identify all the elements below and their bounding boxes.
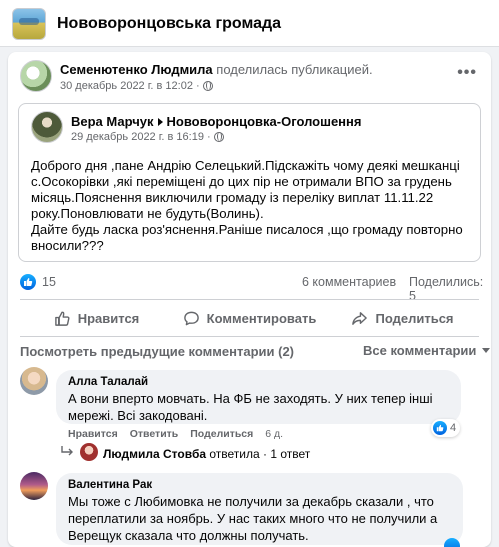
comment-reply-link[interactable]: Ответить (130, 428, 179, 440)
comment-icon (183, 311, 199, 325)
comment-actions: Нравится Ответить Поделиться 6 д. (68, 428, 283, 440)
like-label: Нравится (77, 310, 140, 326)
shared-post[interactable]: Вера Марчук Нововоронцовка-Оголошення 29… (18, 103, 481, 262)
comment-time[interactable]: 6 д. (265, 428, 283, 440)
post-text: Доброго дня ,пане Андрію Селецький.Підск… (31, 158, 471, 254)
comment-bubble: Алла Талалай А вони вперто мовчать. На Ф… (56, 370, 461, 424)
arrow-right-icon (157, 117, 163, 126)
like-reaction-icon (433, 421, 447, 435)
post-text-line: місяць.Пояснення виключили громаду із пе… (31, 190, 434, 205)
original-meta: 29 декабрь 2022 г. в 16:19 · (71, 131, 224, 143)
comment-bubble: Валентина Рак Мы тоже с Любимовка не пол… (56, 473, 463, 545)
post-actions: Нравится Комментировать Поделиться (20, 303, 479, 333)
more-options-icon[interactable]: ••• (457, 65, 477, 81)
comment-text-line: Верещук сказала что должны получать. (68, 528, 309, 543)
comment-text: А вони вперто мовчать. На ФБ не заходять… (68, 390, 449, 424)
divider (20, 336, 479, 337)
comment-text-line: Мы тоже с Любимовка не получили за декаб… (68, 494, 434, 509)
globe-icon (202, 81, 213, 91)
original-time[interactable]: 29 декабрь 2022 г. в 16:19 · (71, 131, 211, 143)
divider (20, 299, 479, 300)
comment-button[interactable]: Комментировать (173, 303, 326, 333)
reply-author-name: Людмила Стовба (103, 447, 207, 461)
post-text-line: вносили??? (31, 238, 104, 253)
comment-share-link[interactable]: Поделиться (190, 428, 253, 440)
sharer-avatar[interactable] (20, 60, 52, 92)
share-button[interactable]: Поделиться (326, 303, 479, 333)
group-header: Нововоронцовська громада (0, 0, 499, 47)
like-button[interactable]: Нравится (20, 303, 173, 333)
thumbs-up-icon (54, 311, 70, 326)
comment-label: Комментировать (206, 310, 317, 326)
share-label: Поделиться (375, 310, 454, 326)
sharer-time[interactable]: 30 декабрь 2022 г. в 12:02 · (60, 80, 200, 92)
like-reaction-icon[interactable] (20, 274, 36, 290)
post-text-line: року.Поновлювати не будуть(Волинь). (31, 206, 264, 221)
comment-avatar[interactable] (20, 367, 48, 395)
reply-summary-text: ответила · 1 ответ (209, 447, 311, 461)
comment-author[interactable]: Алла Талалай (68, 376, 449, 388)
comments-count[interactable]: 6 комментариев (302, 275, 396, 289)
sharer-meta: 30 декабрь 2022 г. в 12:02 · (60, 80, 213, 92)
reply-author-avatar[interactable] (80, 443, 98, 461)
reply-arrow-icon (61, 446, 73, 456)
caret-down-icon (482, 348, 491, 353)
share-icon (352, 311, 368, 325)
replies-link[interactable]: Людмила Стовба ответила · 1 ответ (103, 447, 310, 461)
comment-filter-label: Все комментарии (363, 343, 477, 358)
post-card: Семенютенко Людмила поделилась публикаци… (8, 52, 491, 547)
comment-reactions[interactable]: 4 (431, 419, 461, 437)
globe-icon (213, 132, 224, 142)
comment-text: Мы тоже с Любимовка не получили за декаб… (68, 493, 451, 544)
original-author-avatar[interactable] (31, 111, 63, 143)
original-author-line: Вера Марчук Нововоронцовка-Оголошення (71, 114, 361, 129)
comment-avatar[interactable] (20, 472, 48, 500)
group-avatar[interactable] (12, 8, 46, 40)
comment-text-line: мережі. Всі закодовані. (68, 408, 208, 423)
comment-reactions[interactable] (444, 538, 460, 547)
comment-text-line: переплатили за ноябрь. У нас таких много… (68, 511, 438, 526)
like-reaction-icon (444, 538, 460, 547)
original-group-name[interactable]: Нововоронцовка-Оголошення (167, 114, 362, 129)
sharer-name[interactable]: Семенютенко Людмила (60, 62, 213, 77)
sharer-line: Семенютенко Людмила поделилась публикаци… (60, 62, 373, 77)
comment-like-link[interactable]: Нравится (68, 428, 118, 440)
comment-filter-dropdown[interactable]: Все комментарии (363, 343, 491, 358)
post-text-line: Дайте будь ласка роз'яснення.Раніше писа… (31, 222, 463, 237)
post-stats: 15 6 комментариев Поделились: 5 (20, 274, 483, 303)
original-author-name[interactable]: Вера Марчук (71, 114, 154, 129)
likes-count[interactable]: 15 (42, 275, 56, 289)
sharer-action: поделилась публикацией. (216, 62, 373, 77)
previous-comments-link[interactable]: Посмотреть предыдущие комментарии (2) (20, 344, 294, 359)
comment-text-line: А вони вперто мовчать. На ФБ не заходять… (68, 391, 433, 406)
group-title[interactable]: Нововоронцовська громада (57, 15, 281, 33)
post-text-line: Доброго дня ,пане Андрію Селецький.Підск… (31, 158, 460, 173)
comment-author[interactable]: Валентина Рак (68, 479, 451, 491)
comment-reaction-count: 4 (450, 422, 457, 434)
post-text-line: с.Осокорівки ,які переміщені до цих пір … (31, 174, 452, 189)
